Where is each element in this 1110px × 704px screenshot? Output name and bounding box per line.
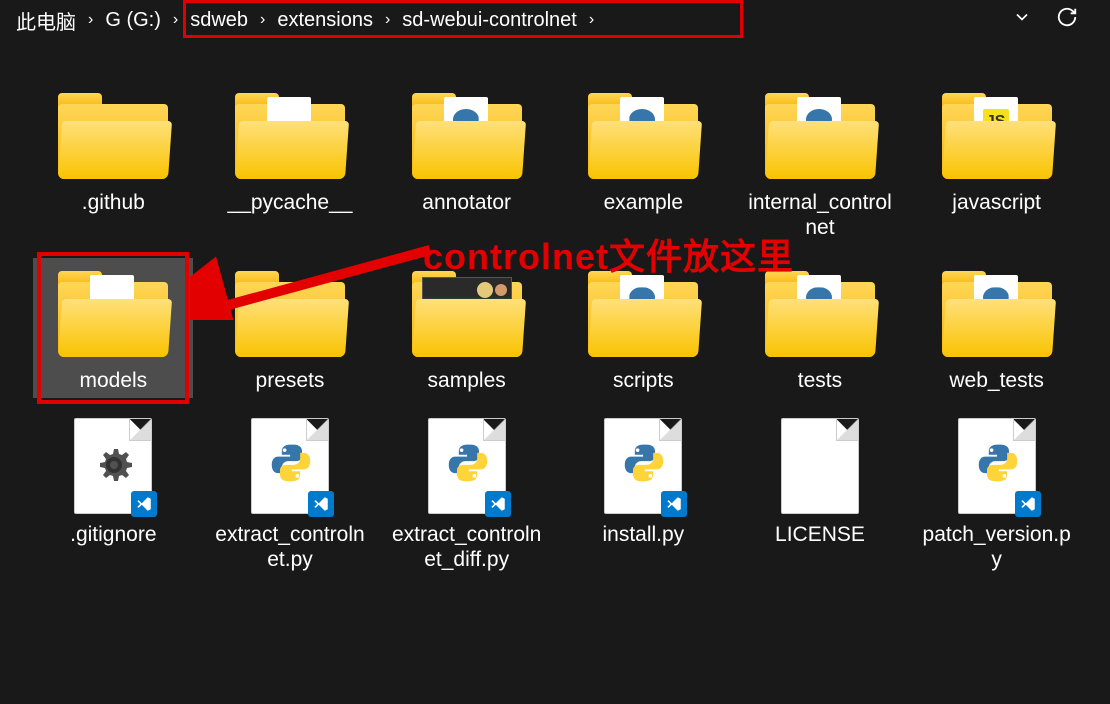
- folder-item-javascript[interactable]: javascript: [917, 80, 1077, 244]
- file-icon: [958, 418, 1036, 514]
- breadcrumb-items: 此电脑 › G (G:) › sdweb › extensions › sd-w…: [12, 6, 1012, 35]
- item-label: __pycache__: [228, 190, 353, 215]
- item-label: javascript: [952, 190, 1041, 215]
- vscode-badge-icon: [308, 491, 334, 517]
- item-icon-area: [760, 84, 880, 184]
- python-icon: [622, 441, 666, 485]
- item-label: tests: [798, 368, 842, 393]
- file-icon: [251, 418, 329, 514]
- chevron-down-icon[interactable]: [1012, 7, 1032, 33]
- file-item-patch-version-py[interactable]: patch_version.py: [917, 412, 1077, 576]
- folder-icon: [765, 89, 875, 179]
- item-icon-area: [407, 416, 527, 516]
- folder-icon: [235, 89, 345, 179]
- item-icon-area: [407, 262, 527, 362]
- item-label: .github: [82, 190, 145, 215]
- breadcrumb-item-2[interactable]: sdweb: [186, 9, 252, 32]
- item-label: annotator: [422, 190, 511, 215]
- folder-icon: [942, 267, 1052, 357]
- item-icon-area: [760, 262, 880, 362]
- item-icon-area: [230, 262, 350, 362]
- folder-item--pycache-[interactable]: __pycache__: [210, 80, 370, 244]
- folder-item-internal-controlnet[interactable]: internal_controlnet: [740, 80, 900, 244]
- folder-item-presets[interactable]: presets: [210, 258, 370, 397]
- item-icon-area: [937, 262, 1057, 362]
- vscode-badge-icon: [131, 491, 157, 517]
- folder-item-models[interactable]: models: [33, 258, 193, 397]
- toolbar-right: [1012, 6, 1098, 34]
- item-label: presets: [256, 368, 325, 393]
- folder-icon: [235, 267, 345, 357]
- folder-icon: [58, 89, 168, 179]
- file-item-install-py[interactable]: install.py: [563, 412, 723, 576]
- folder-item--github[interactable]: .github: [33, 80, 193, 244]
- item-icon-area: [760, 416, 880, 516]
- breadcrumb-item-0[interactable]: 此电脑: [12, 6, 80, 35]
- item-label: extract_controlnet_diff.py: [391, 522, 543, 572]
- python-icon: [269, 441, 313, 485]
- gear-icon: [90, 441, 138, 489]
- file-item-license[interactable]: LICENSE: [740, 412, 900, 576]
- folder-item-annotator[interactable]: annotator: [387, 80, 547, 244]
- item-icon-area: [230, 416, 350, 516]
- item-icon-area: [53, 84, 173, 184]
- item-label: LICENSE: [775, 522, 865, 547]
- item-label: patch_version.py: [921, 522, 1073, 572]
- item-icon-area: [53, 262, 173, 362]
- folder-item-example[interactable]: example: [563, 80, 723, 244]
- folder-icon: [412, 267, 522, 357]
- item-label: install.py: [602, 522, 684, 547]
- vscode-badge-icon: [485, 491, 511, 517]
- folder-item-web-tests[interactable]: web_tests: [917, 258, 1077, 397]
- folder-item-samples[interactable]: samples: [387, 258, 547, 397]
- breadcrumb-separator: ›: [252, 11, 273, 29]
- item-icon-area: [937, 84, 1057, 184]
- file-grid: .github __pycache__ annotator example in…: [0, 40, 1110, 576]
- file-icon: [74, 418, 152, 514]
- file-icon: [428, 418, 506, 514]
- file-item-extract-controlnet-diff-py[interactable]: extract_controlnet_diff.py: [387, 412, 547, 576]
- item-label: samples: [428, 368, 506, 393]
- item-label: models: [79, 368, 147, 393]
- breadcrumb-item-1[interactable]: G (G:): [101, 9, 165, 32]
- item-icon-area: [230, 84, 350, 184]
- refresh-icon[interactable]: [1056, 6, 1078, 34]
- file-item-extract-controlnet-py[interactable]: extract_controlnet.py: [210, 412, 370, 576]
- item-label: internal_controlnet: [744, 190, 896, 240]
- breadcrumb-separator: ›: [377, 11, 398, 29]
- folder-icon: [412, 89, 522, 179]
- file-icon: [781, 418, 859, 514]
- item-label: example: [604, 190, 683, 215]
- item-label: extract_controlnet.py: [214, 522, 366, 572]
- breadcrumb-separator: ›: [165, 11, 186, 29]
- item-label: scripts: [613, 368, 674, 393]
- item-icon-area: [407, 84, 527, 184]
- file-icon: [604, 418, 682, 514]
- folder-icon: [588, 267, 698, 357]
- item-label: web_tests: [949, 368, 1044, 393]
- python-icon: [976, 441, 1020, 485]
- item-icon-area: [583, 84, 703, 184]
- folder-item-scripts[interactable]: scripts: [563, 258, 723, 397]
- breadcrumb-separator: ›: [581, 11, 602, 29]
- item-label: .gitignore: [70, 522, 156, 547]
- folder-icon: [765, 267, 875, 357]
- breadcrumb-item-3[interactable]: extensions: [273, 9, 377, 32]
- vscode-badge-icon: [661, 491, 687, 517]
- item-icon-area: [583, 416, 703, 516]
- breadcrumb-separator: ›: [80, 11, 101, 29]
- folder-icon: [588, 89, 698, 179]
- breadcrumb: 此电脑 › G (G:) › sdweb › extensions › sd-w…: [0, 0, 1110, 40]
- item-icon-area: [937, 416, 1057, 516]
- item-icon-area: [583, 262, 703, 362]
- folder-item-tests[interactable]: tests: [740, 258, 900, 397]
- breadcrumb-item-4[interactable]: sd-webui-controlnet: [398, 9, 581, 32]
- file-item--gitignore[interactable]: .gitignore: [33, 412, 193, 576]
- python-icon: [446, 441, 490, 485]
- item-icon-area: [53, 416, 173, 516]
- vscode-badge-icon: [1015, 491, 1041, 517]
- folder-icon: [58, 267, 168, 357]
- folder-icon: [942, 89, 1052, 179]
